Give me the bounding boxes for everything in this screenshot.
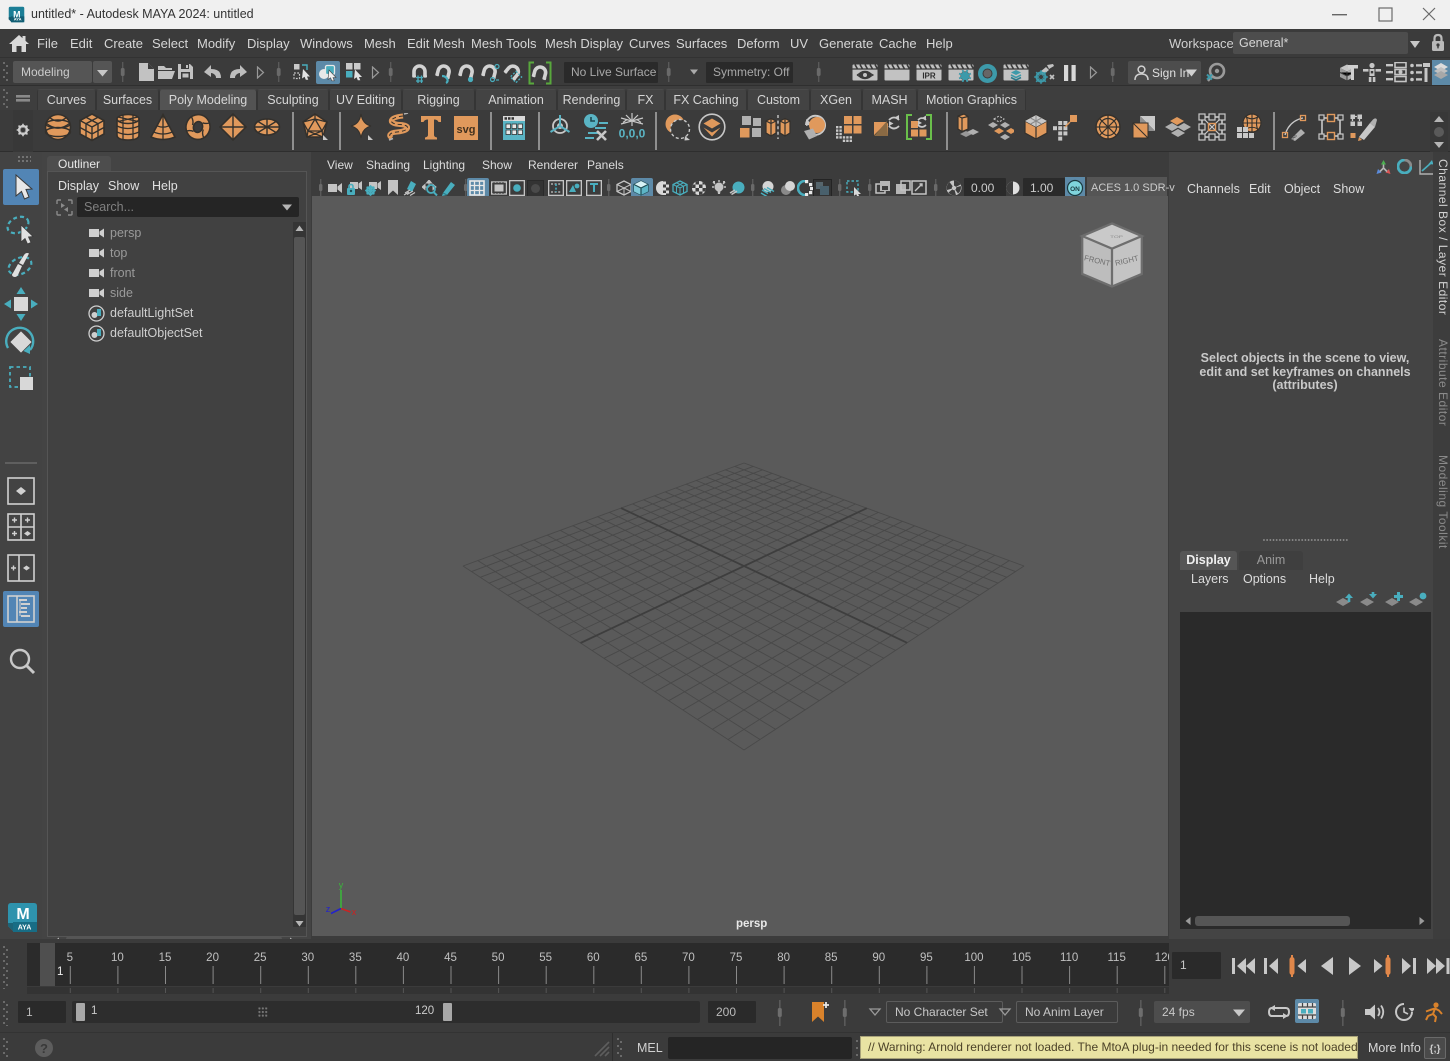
svg-text:?: ? bbox=[40, 1041, 48, 1056]
svg-text:AYA: AYA bbox=[18, 925, 32, 932]
svg-text:IPR: IPR bbox=[922, 72, 936, 81]
svg-text:x: x bbox=[352, 907, 357, 917]
svg-text:svg: svg bbox=[457, 124, 476, 136]
svg-text:ON: ON bbox=[1070, 186, 1080, 193]
svg-text:TOP: TOP bbox=[1110, 235, 1124, 239]
svg-text:y: y bbox=[339, 882, 344, 890]
svg-text:M: M bbox=[16, 906, 29, 923]
svg-text:{;}: {;} bbox=[1429, 1044, 1440, 1055]
svg-text:z: z bbox=[326, 904, 331, 914]
svg-text:0,0,0: 0,0,0 bbox=[619, 127, 646, 141]
svg-text:AYA: AYA bbox=[14, 16, 22, 21]
